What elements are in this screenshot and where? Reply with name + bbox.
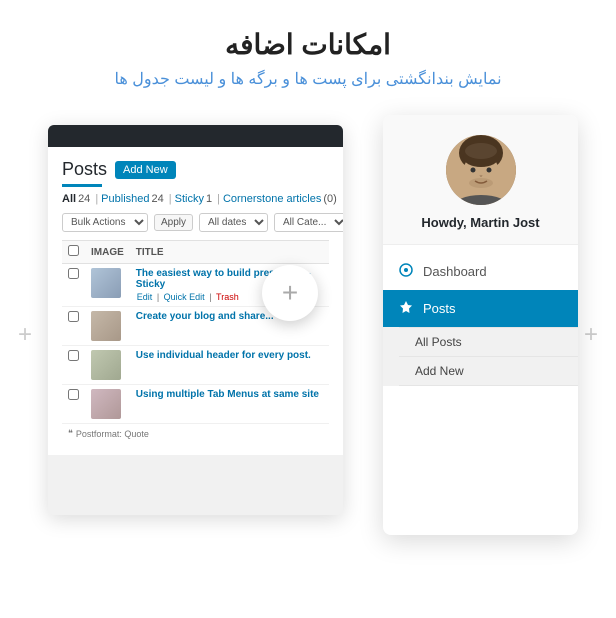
image-col-header: IMAGE (85, 241, 130, 264)
title-col-header: TITLE (130, 241, 329, 264)
main-area: + + Posts Add New All 24 | Published 24 … (0, 115, 616, 555)
cornerstone-count: (0) (323, 193, 336, 205)
user-greeting: Howdy, Martin Jost (421, 215, 539, 230)
post-image (91, 350, 121, 380)
sidebar-item-posts[interactable]: Posts (383, 290, 578, 327)
tab-published[interactable]: Published (101, 193, 149, 205)
page-header: امکانات اضافه نمایش بندانگشتی برای پست ه… (0, 0, 616, 105)
table-row: Use individual header for every post. (62, 346, 329, 385)
tab-sticky[interactable]: Sticky (175, 193, 204, 205)
plus-right-icon: + (584, 323, 598, 347)
all-categories-select[interactable]: All Cate... (274, 213, 343, 232)
published-count: 24 (152, 193, 164, 205)
wp-sidebar: Howdy, Martin Jost Dashboard Pos (383, 115, 578, 535)
filter-tabs: All 24 | Published 24 | Sticky 1 | Corne… (62, 193, 329, 205)
all-count: 24 (78, 193, 90, 205)
bulk-actions-row: Bulk Actions Apply All dates All Cate... (62, 213, 329, 232)
select-all-checkbox[interactable] (68, 245, 79, 256)
tab-all[interactable]: All (62, 193, 76, 205)
sidebar-nav: Dashboard Posts All Posts Add New (383, 245, 578, 394)
blue-underline (62, 184, 102, 187)
post-title-link[interactable]: Use individual header for every post. (136, 350, 323, 361)
quick-edit-link[interactable]: Quick Edit (164, 292, 205, 302)
postformat-label: Postformat: Quote (76, 429, 149, 439)
posts-submenu: All Posts Add New (383, 327, 578, 386)
add-new-submenu-item[interactable]: Add New (399, 357, 578, 386)
apply-button[interactable]: Apply (154, 214, 193, 231)
all-posts-submenu-item[interactable]: All Posts (399, 327, 578, 357)
checkbox-col-header (62, 241, 85, 264)
plus-left-icon: + (18, 323, 32, 347)
table-row: Using multiple Tab Menus at same site (62, 385, 329, 424)
post-image (91, 311, 121, 341)
posts-nav-label: Posts (423, 301, 456, 316)
wp-posts-header: Posts Add New (62, 159, 329, 180)
row-checkbox[interactable] (68, 389, 79, 400)
tab-cornerstone[interactable]: Cornerstone articles (223, 193, 321, 205)
postformat-row: ❝ Postformat: Quote (62, 424, 329, 443)
add-new-button[interactable]: Add New (115, 161, 176, 179)
edit-link[interactable]: Edit (137, 292, 153, 302)
bulk-actions-select[interactable]: Bulk Actions (62, 213, 148, 232)
page-subtitle: نمایش بندانگشتی برای پست ها و برگه ها و … (40, 69, 576, 89)
posts-title: Posts (62, 159, 107, 180)
page-title: امکانات اضافه (40, 28, 576, 61)
all-dates-select[interactable]: All dates (199, 213, 268, 232)
dashboard-label: Dashboard (423, 264, 487, 279)
post-image (91, 268, 121, 298)
sticky-count: 1 (206, 193, 212, 205)
sidebar-item-dashboard[interactable]: Dashboard (383, 253, 578, 290)
postformat-icon: ❝ (68, 428, 73, 439)
avatar (446, 135, 516, 205)
row-checkbox[interactable] (68, 311, 79, 322)
sidebar-avatar-area: Howdy, Martin Jost (383, 115, 578, 245)
post-title-link[interactable]: Using multiple Tab Menus at same site (136, 389, 323, 400)
row-checkbox[interactable] (68, 350, 79, 361)
posts-icon (399, 300, 413, 317)
row-checkbox[interactable] (68, 268, 79, 279)
post-image (91, 389, 121, 419)
wp-top-bar (48, 125, 343, 147)
wp-posts-panel: Posts Add New All 24 | Published 24 | St… (48, 125, 343, 515)
dashboard-icon (399, 263, 413, 280)
big-plus-button[interactable]: + (262, 265, 318, 321)
trash-link[interactable]: Trash (216, 292, 239, 302)
